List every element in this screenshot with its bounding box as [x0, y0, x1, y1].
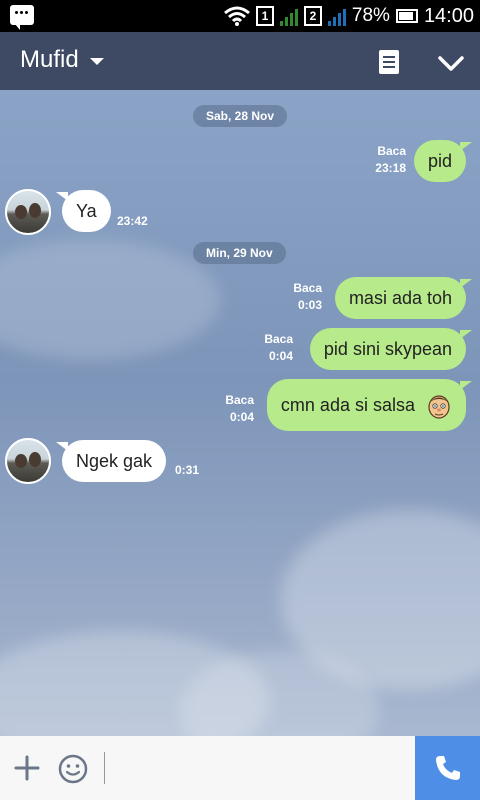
date-separator: Min, 29 Nov	[193, 242, 286, 264]
battery-icon	[395, 9, 418, 23]
clock: 14:00	[423, 4, 474, 27]
message-meta: Baca 0:04	[225, 393, 254, 424]
status-bar: 1 2 78% 14:00	[0, 0, 480, 32]
emoji-icon[interactable]	[58, 754, 88, 784]
incoming-message[interactable]: Ya	[56, 190, 111, 232]
outgoing-message[interactable]: cmn ada si salsa	[266, 379, 473, 431]
message-meta: Baca 0:04	[264, 332, 293, 363]
outgoing-message[interactable]: masi ada toh	[334, 277, 473, 319]
bbm-icon	[10, 5, 34, 30]
message-time: 23:42	[117, 214, 148, 228]
message-input[interactable]	[104, 752, 105, 784]
outgoing-message[interactable]: pid	[413, 140, 473, 182]
sim2-icon: 2	[303, 6, 322, 26]
wifi-icon	[223, 6, 250, 26]
chat-title[interactable]: Mufid	[20, 46, 79, 74]
note-icon[interactable]	[379, 50, 399, 74]
status-icons: 1 2 78% 14:00	[223, 0, 474, 32]
outgoing-message[interactable]: pid sini skypean	[309, 328, 473, 370]
call-button[interactable]	[415, 736, 480, 800]
battery-percent: 78%	[351, 5, 390, 26]
chat-area[interactable]: Sab, 28 Nov Baca 23:18 pid Ya 23:42 Min,…	[0, 90, 480, 736]
avatar[interactable]	[5, 438, 51, 484]
date-separator: Sab, 28 Nov	[193, 105, 288, 127]
phone-icon	[436, 756, 460, 780]
message-input-bar	[0, 736, 480, 800]
signal-icon	[327, 6, 346, 26]
message-meta: Baca 0:03	[293, 281, 322, 312]
sim1-icon: 1	[255, 6, 274, 26]
message-time: 0:31	[175, 463, 200, 477]
dropdown-caret-icon[interactable]	[90, 58, 104, 65]
chevron-down-icon[interactable]	[438, 50, 464, 76]
incoming-message[interactable]: Ngek gak	[55, 440, 167, 482]
avatar[interactable]	[5, 189, 51, 235]
message-meta: Baca 23:18	[375, 144, 406, 175]
plus-icon[interactable]	[14, 755, 40, 781]
chat-header: Mufid	[0, 32, 480, 90]
face-emoji-icon	[428, 395, 450, 419]
signal-icon	[279, 6, 298, 26]
